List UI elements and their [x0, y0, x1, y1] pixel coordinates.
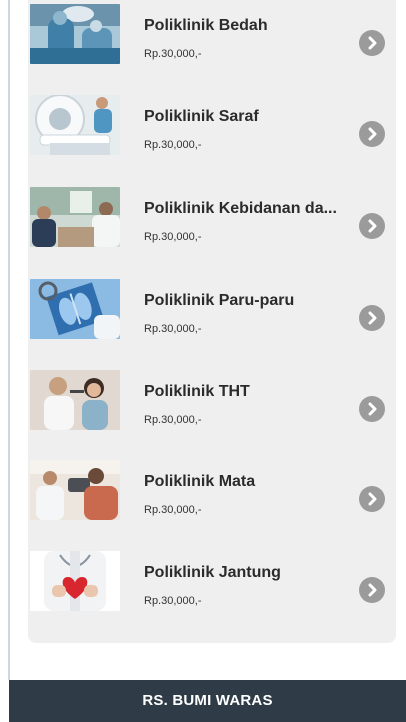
clinic-name: Poliklinik THT	[144, 383, 250, 400]
clinic-name: Poliklinik Paru-paru	[144, 292, 295, 309]
chevron-right-icon[interactable]	[359, 486, 385, 512]
clinic-price: Rp.30,000,-	[144, 595, 202, 607]
chevron-right-icon[interactable]	[359, 396, 385, 422]
heart-doctor-photo	[30, 551, 120, 611]
clinic-item-paru-paru[interactable]: Poliklinik Paru-paru Rp.30,000,-	[28, 279, 396, 363]
chevron-right-icon[interactable]	[359, 577, 385, 603]
clinic-name: Poliklinik Mata	[144, 473, 256, 490]
clinic-list: Poliklinik Bedah Rp.30,000,- Poliklinik …	[28, 0, 396, 643]
hospital-name: RS. BUMI WARAS	[142, 692, 273, 709]
doctor-consultation-photo	[30, 187, 120, 247]
chest-xray-photo	[30, 279, 120, 339]
chevron-right-icon[interactable]	[359, 121, 385, 147]
chevron-right-icon[interactable]	[359, 305, 385, 331]
clinic-item-jantung[interactable]: Poliklinik Jantung Rp.30,000,-	[28, 551, 396, 635]
chevron-right-icon[interactable]	[359, 213, 385, 239]
clinic-name: Poliklinik Kebidanan da...	[144, 200, 337, 217]
footer-bar: RS. BUMI WARAS	[9, 680, 406, 722]
clinic-name: Poliklinik Jantung	[144, 564, 281, 581]
clinic-name: Poliklinik Saraf	[144, 108, 259, 125]
clinic-item-mata[interactable]: Poliklinik Mata Rp.30,000,-	[28, 460, 396, 544]
page-edge	[8, 0, 10, 680]
clinic-price: Rp.30,000,-	[144, 231, 202, 243]
chevron-right-icon[interactable]	[359, 30, 385, 56]
eye-exam-photo	[30, 460, 120, 520]
clinic-price: Rp.30,000,-	[144, 323, 202, 335]
clinic-price: Rp.30,000,-	[144, 504, 202, 516]
clinic-price: Rp.30,000,-	[144, 414, 202, 426]
clinic-item-tht[interactable]: Poliklinik THT Rp.30,000,-	[28, 370, 396, 454]
clinic-price: Rp.30,000,-	[144, 48, 202, 60]
clinic-price: Rp.30,000,-	[144, 139, 202, 151]
surgery-photo	[30, 4, 120, 64]
clinic-item-saraf[interactable]: Poliklinik Saraf Rp.30,000,-	[28, 95, 396, 179]
clinic-name: Poliklinik Bedah	[144, 17, 268, 34]
ent-exam-photo	[30, 370, 120, 430]
mri-scan-photo	[30, 95, 120, 155]
clinic-item-bedah[interactable]: Poliklinik Bedah Rp.30,000,-	[28, 4, 396, 88]
clinic-item-kebidanan[interactable]: Poliklinik Kebidanan da... Rp.30,000,-	[28, 187, 396, 271]
